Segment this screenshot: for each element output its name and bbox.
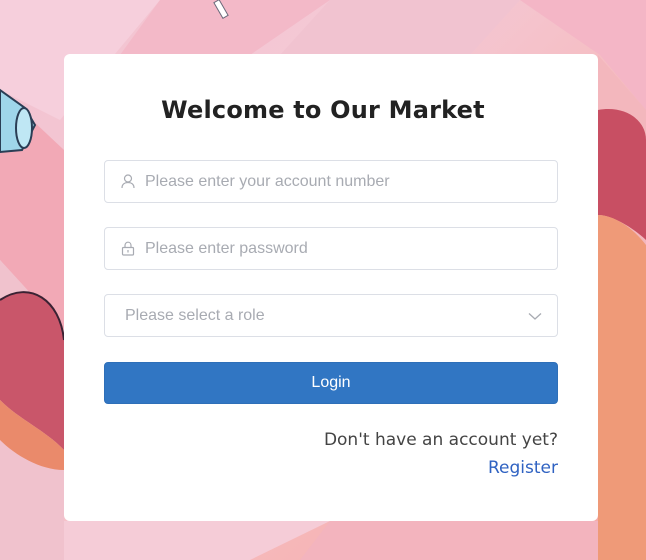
- role-placeholder: Please select a role: [125, 306, 265, 324]
- lock-icon: [120, 241, 136, 257]
- password-input[interactable]: Please enter password: [104, 227, 558, 270]
- chevron-down-icon: [527, 308, 543, 324]
- register-link: Register: [104, 458, 558, 478]
- login-card: [64, 54, 598, 521]
- login-button[interactable]: Login: [104, 362, 558, 404]
- role-select[interactable]: Please select a role: [104, 294, 558, 337]
- account-input[interactable]: Please enter your account number: [104, 160, 558, 203]
- no-account-text: Don't have an account yet?: [323, 430, 558, 450]
- user-icon: [120, 174, 136, 190]
- account-placeholder: Please enter your account number: [145, 172, 390, 190]
- register-link-label[interactable]: Register: [488, 458, 558, 478]
- password-placeholder: Please enter password: [145, 239, 308, 257]
- page-title: Welcome to Our Market: [161, 96, 485, 124]
